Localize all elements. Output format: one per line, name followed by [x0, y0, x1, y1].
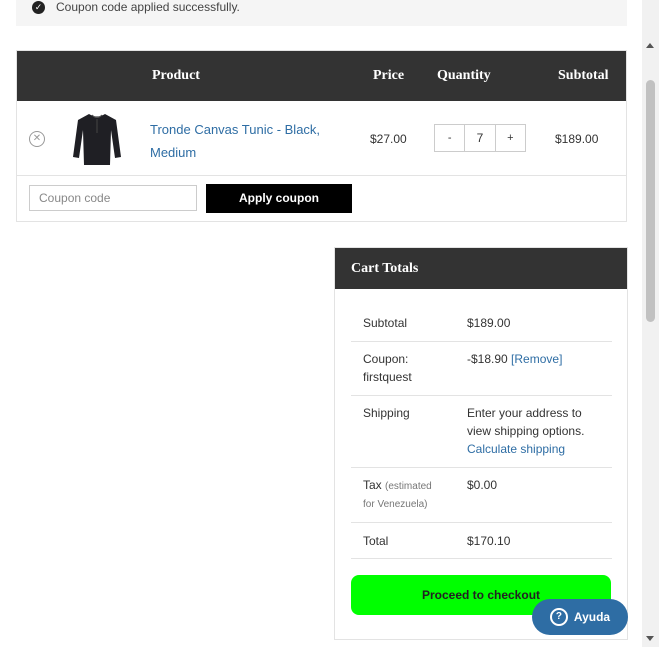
coupon-label-line2: firstquest — [363, 370, 412, 384]
total-value: $170.10 — [467, 534, 511, 548]
qty-decrease-button[interactable]: - — [434, 124, 466, 152]
qty-increase-button[interactable]: + — [494, 124, 526, 152]
header-price: Price — [373, 68, 405, 83]
success-notice: ✓ Coupon code applied successfully. — [16, 0, 627, 26]
subtotal-value: $189.00 — [467, 316, 511, 330]
help-label: Ayuda — [573, 610, 611, 624]
tax-value: $0.00 — [467, 478, 498, 492]
qty-input[interactable]: 7 — [465, 124, 495, 152]
product-name-link[interactable]: Tronde Canvas Tunic - Black, Medium — [150, 118, 330, 164]
tax-note-line1: (estimated — [385, 481, 432, 492]
tax-label: Tax (estimated for Venezuela) — [363, 476, 453, 514]
shipping-text-line1: Enter your address to — [467, 406, 582, 420]
totals-row-subtotal: Subtotal $189.00 — [351, 305, 612, 342]
notice-text: Coupon code applied successfully. — [56, 0, 240, 14]
coupon-code-input[interactable]: Coupon code — [29, 185, 197, 211]
shipping-label: Shipping — [363, 406, 410, 420]
total-label: Total — [363, 534, 389, 548]
question-circle-icon: ? — [549, 608, 568, 626]
scroll-down-arrow-icon[interactable] — [646, 636, 654, 641]
shipping-text-line2: view shipping options. — [467, 424, 585, 438]
cart-totals: Cart Totals Subtotal $189.00 Coupon: fir… — [334, 247, 628, 640]
remove-coupon-link[interactable]: [Remove] — [511, 352, 562, 366]
product-thumbnail[interactable] — [72, 111, 122, 167]
header-quantity: Quantity — [437, 68, 491, 83]
totals-row-total: Total $170.10 — [351, 522, 612, 559]
remove-item-icon[interactable]: ✕ — [29, 131, 45, 147]
shipping-value: Enter your address to view shipping opti… — [467, 404, 607, 458]
header-product: Product — [152, 68, 200, 83]
product-name-line2[interactable]: Medium — [150, 141, 330, 164]
tax-label-text: Tax — [363, 478, 382, 492]
coupon-label-line1: Coupon: — [363, 352, 409, 366]
totals-row-shipping: Shipping Enter your address to view ship… — [351, 395, 612, 468]
check-circle-icon: ✓ — [32, 0, 45, 14]
subtotal-label: Subtotal — [363, 316, 408, 330]
cart-table-header: Product Price Quantity Subtotal — [17, 51, 626, 101]
totals-row-tax: Tax (estimated for Venezuela) $0.00 — [351, 467, 612, 523]
calculate-shipping-link[interactable]: Calculate shipping — [467, 440, 607, 458]
coupon-value: -$18.90 [Remove] — [467, 350, 607, 368]
scrollbar[interactable] — [642, 0, 659, 647]
apply-coupon-button[interactable]: Apply coupon — [206, 184, 352, 213]
item-subtotal: $189.00 — [555, 132, 599, 146]
coupon-discount: -$18.90 — [467, 352, 508, 366]
help-button[interactable]: ? Ayuda — [532, 599, 628, 635]
cart-table: Product Price Quantity Subtotal ✕ Tronde… — [16, 50, 627, 222]
scrollbar-thumb[interactable] — [646, 80, 655, 322]
cart-totals-title: Cart Totals — [335, 248, 627, 289]
header-subtotal: Subtotal — [558, 68, 609, 83]
item-price: $27.00 — [370, 132, 407, 146]
tax-note-line2: for Venezuela) — [363, 499, 428, 510]
scroll-up-arrow-icon[interactable] — [646, 43, 654, 48]
coupon-label: Coupon: firstquest — [363, 350, 453, 386]
product-name-line1[interactable]: Tronde Canvas Tunic - Black, — [150, 118, 330, 141]
quantity-stepper[interactable]: - 7 + — [434, 124, 526, 152]
totals-row-coupon: Coupon: firstquest -$18.90 [Remove] — [351, 341, 612, 396]
